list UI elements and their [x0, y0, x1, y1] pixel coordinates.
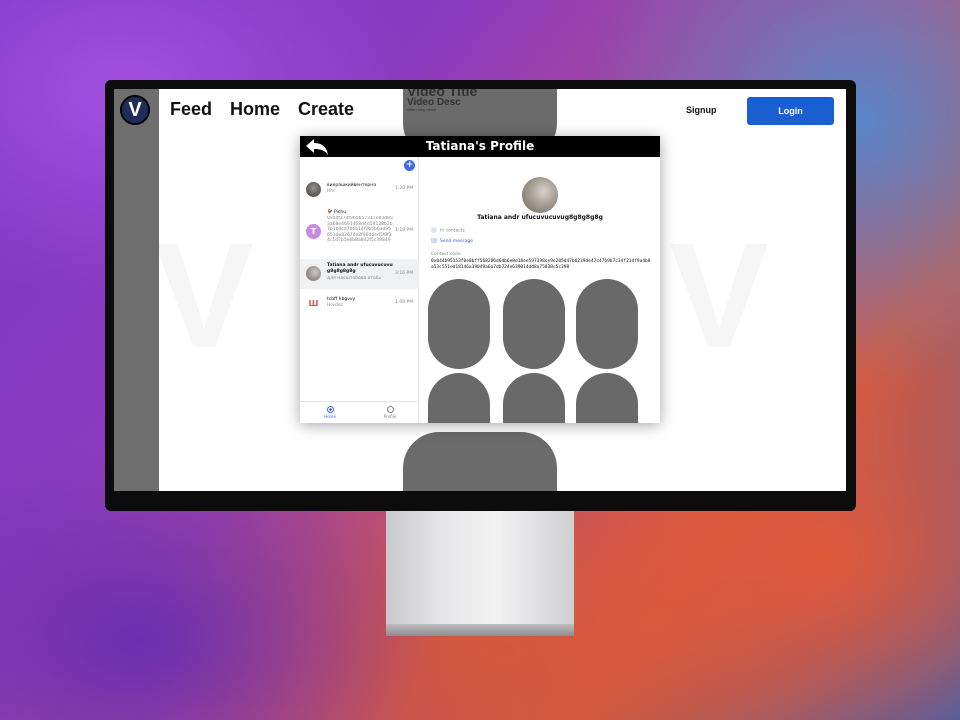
chat-name: 🐓 Pichu [327, 210, 347, 215]
chat-list-item[interactable]: T 🐓 Pichu 0x04f274f9b0657317e83d853a68e4… [300, 207, 419, 255]
new-chat-button[interactable]: + [404, 160, 415, 171]
chat-list-item[interactable]: Ш tcbff hbgvvy Hrvdez 1:08 PM [300, 291, 419, 317]
bottom-tab-bar: Home Profile [300, 401, 419, 423]
monitor-stand [386, 508, 574, 628]
chat-time: 1:08 PM [395, 300, 414, 305]
contact-code-label: Contact code [431, 252, 461, 257]
avatar [306, 266, 321, 281]
chat-time: 3:16 PM [395, 271, 414, 276]
chat-name: tcbff hbgvvy [327, 297, 356, 302]
chat-list-panel: + виерашкийвентерна Hhr 1:20 PM T 🐓 Pich… [300, 157, 419, 423]
contacts-icon [431, 227, 437, 233]
monitor-stand-foot [386, 624, 574, 636]
tab-profile[interactable]: Profile [370, 406, 410, 419]
logo-watermark-left: V [154, 209, 254, 382]
chat-preview: Hhr [327, 189, 336, 194]
avatar: Ш [306, 296, 321, 311]
profile-pane: Tatiana andr ufucuvucuvug8g8g8g8g In con… [420, 157, 660, 423]
chat-preview: для масштабова отабь [327, 276, 382, 281]
signup-link[interactable]: Signup [686, 105, 717, 115]
chat-list-item-selected[interactable]: Tatiana andr ufucuvucuvu g8g8g8g8g для м… [300, 259, 419, 289]
video-subtitle: video long name [407, 107, 437, 112]
chat-preview: Hrvdez [327, 303, 343, 308]
modal-title: Tatiana's Profile [425, 139, 535, 153]
media-tile[interactable] [428, 279, 490, 369]
chat-name: виерашкийвентерна [327, 183, 376, 188]
logo-watermark-right: V [669, 209, 769, 382]
chat-preview: 0x04f274f9b0657317e83d853a68e4661468d4d5… [327, 216, 393, 243]
avatar [306, 182, 321, 197]
video-card-placeholder-bottom[interactable] [403, 432, 557, 491]
contact-code[interactable]: 0x044b95153f0e0bff568286d6db6e8d18ee5973… [431, 259, 653, 271]
send-message-link[interactable]: Send message [431, 238, 473, 244]
tab-label: Profile [383, 414, 397, 419]
nav-feed-link[interactable]: Feed [170, 99, 212, 120]
nav-home-link[interactable]: Home [230, 99, 280, 120]
media-tile[interactable] [576, 279, 638, 369]
media-tile[interactable] [428, 373, 490, 423]
avatar: T [306, 224, 321, 239]
in-contacts-label: In contacts [440, 228, 465, 234]
chat-time: 1:20 PM [395, 186, 414, 191]
site-sidebar: V [114, 89, 159, 491]
in-contacts-status: In contacts [431, 227, 465, 234]
media-tile[interactable] [503, 279, 565, 369]
modal-header: Tatiana's Profile [300, 136, 660, 157]
profile-icon [386, 406, 394, 413]
site-nav: Feed Home Create [170, 99, 354, 120]
profile-modal: Tatiana's Profile + виерашкийвентерна Hh… [300, 136, 660, 423]
chat-list-item[interactable]: виерашкийвентерна Hhr 1:20 PM [300, 177, 419, 203]
profile-name: Tatiana andr ufucuvucuvug8g8g8g8g [477, 214, 603, 221]
chat-name: Tatiana andr ufucuvucuvu g8g8g8g8g [327, 263, 393, 274]
send-message-label: Send message [440, 239, 473, 244]
chat-time: 1:19 PM [395, 228, 414, 233]
login-button[interactable]: Login [747, 97, 834, 125]
avatar [522, 177, 558, 213]
nav-create-link[interactable]: Create [298, 99, 354, 120]
app-logo[interactable]: V [120, 95, 150, 125]
home-icon [326, 406, 334, 413]
media-tile[interactable] [503, 373, 565, 423]
tab-home[interactable]: Home [310, 406, 350, 419]
media-tile[interactable] [576, 373, 638, 423]
tab-label: Home [324, 414, 336, 419]
message-icon [431, 238, 437, 243]
